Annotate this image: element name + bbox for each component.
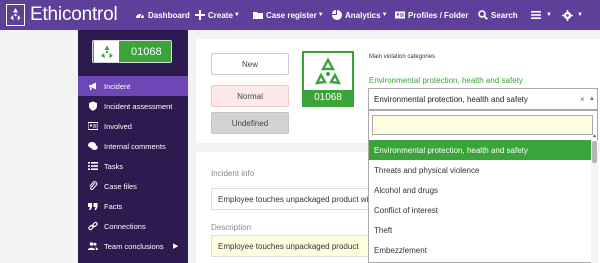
caret-down-icon: ▼: [381, 12, 388, 18]
sidebar-item-facts[interactable]: Facts: [78, 196, 188, 216]
case-sidebar: 01068 Incident Incident assessment Invol…: [78, 30, 188, 263]
case-logo-icon: [94, 41, 119, 62]
search-icon: [478, 10, 488, 20]
sidebar-item-incident-assessment[interactable]: Incident assessment: [78, 96, 188, 116]
clear-icon[interactable]: ×: [580, 95, 585, 104]
nav-create-label: Create: [208, 10, 233, 20]
sidebar-item-case-files[interactable]: Case files: [78, 176, 188, 196]
nav-dashboard[interactable]: Dashboard: [135, 0, 190, 30]
nav-analytics-label: Analytics: [345, 10, 381, 20]
nav-analytics[interactable]: Analytics ▼: [332, 0, 388, 30]
nav-profiles-label: Profiles / Folder: [408, 10, 469, 20]
sidebar-item-label: Tasks: [104, 161, 124, 171]
case-logo-icon: [304, 53, 352, 90]
gear-icon: [562, 9, 573, 21]
chevron-right-icon: ▶: [173, 243, 179, 250]
top-navigation-bar: Ethicontrol Dashboard Create ▼ Case regi…: [0, 0, 600, 30]
sidebar-item-team-conclusions[interactable]: Team conclusions ▶: [78, 236, 188, 256]
case-number-large: 01068: [314, 92, 342, 103]
case-number: 01068: [131, 45, 162, 58]
id-card-icon: [88, 122, 98, 130]
sidebar-item-label: Facts: [104, 201, 123, 211]
description-label: Description: [211, 223, 252, 232]
dropdown-option[interactable]: Conflict of interest: [369, 200, 591, 220]
nav-settings[interactable]: ▼: [562, 0, 583, 30]
caret-down-icon: ▼: [317, 12, 324, 18]
description-field[interactable]: Employee touches unpackaged product: [211, 235, 371, 257]
dropdown-option[interactable]: Alcohol and drugs: [369, 180, 591, 200]
id-card-icon: [395, 11, 405, 19]
status-undefined-label: Undefined: [231, 118, 269, 128]
sidebar-item-involved[interactable]: Involved: [78, 116, 188, 136]
quote-icon: [88, 203, 98, 210]
sidebar-item-label: Team conclusions: [104, 241, 164, 251]
nav-dashboard-label: Dashboard: [148, 10, 190, 20]
status-normal-button[interactable]: Normal: [211, 85, 289, 107]
dropdown-option[interactable]: Embezzlement: [369, 240, 591, 260]
dropdown-search-input[interactable]: [372, 115, 593, 135]
sidebar-item-label: Internal comments: [104, 141, 166, 151]
incident-info-label: Incident info: [211, 169, 255, 178]
selected-category-title: Environmental protection, health and saf…: [369, 76, 523, 85]
chevron-up-icon[interactable]: ▲: [589, 96, 595, 102]
case-number-large-badge: 01068: [302, 51, 354, 107]
app-logo-text: Ethicontrol: [30, 4, 118, 25]
sidebar-item-connections[interactable]: Connections: [78, 216, 188, 236]
status-new-label: New: [241, 59, 258, 69]
folder-icon: [253, 12, 263, 19]
violation-category-dropdown: Environmental protection, health and saf…: [368, 110, 598, 263]
caret-down-icon: ▼: [577, 12, 583, 18]
status-new-button[interactable]: New: [211, 53, 289, 75]
sidebar-item-internal-comments[interactable]: Internal comments: [78, 136, 188, 156]
pie-chart-icon: [332, 10, 342, 20]
sidebar-item-label: Involved: [104, 121, 132, 131]
plus-icon: [195, 10, 205, 20]
sidebar-item-incident[interactable]: Incident: [78, 76, 188, 96]
nav-search-label: Search: [491, 10, 518, 20]
status-undefined-button[interactable]: Undefined: [211, 112, 289, 134]
hamburger-menu-icon: [531, 11, 541, 19]
paperclip-icon: [89, 181, 98, 191]
nav-search[interactable]: Search: [478, 0, 518, 30]
dashboard-icon: [136, 13, 144, 19]
app-logo[interactable]: Ethicontrol: [6, 2, 118, 28]
sidebar-item-tasks[interactable]: Tasks: [78, 156, 188, 176]
sidebar-item-label: Incident assessment: [104, 101, 173, 111]
nav-case-register-label: Case register: [266, 10, 317, 20]
nav-create[interactable]: Create ▼: [195, 0, 240, 30]
caret-down-icon: ▼: [233, 12, 240, 18]
users-icon: [88, 242, 98, 250]
dropdown-scrollbar[interactable]: [591, 141, 598, 263]
nav-case-register[interactable]: Case register ▼: [253, 0, 324, 30]
caret-down-icon: ▼: [546, 12, 552, 18]
megaphone-icon: [89, 82, 96, 90]
link-icon: [88, 221, 98, 231]
incident-info-field[interactable]: Employee touches unpackaged product wi: [211, 188, 371, 210]
scrollbar-thumb[interactable]: [592, 141, 597, 163]
dropdown-option[interactable]: Environmental protection, health and saf…: [369, 140, 591, 160]
dropdown-option[interactable]: Theft: [369, 220, 591, 240]
nav-menu[interactable]: ▼: [530, 0, 552, 30]
sidebar-item-label: Connections: [104, 221, 146, 231]
case-number-badge[interactable]: 01068: [92, 40, 172, 63]
sidebar-item-label: Case files: [104, 181, 137, 191]
violation-category-selected-value: Environmental protection, health and saf…: [374, 94, 528, 104]
dropdown-option[interactable]: Threats and physical violence: [369, 160, 591, 180]
scroll-up-icon[interactable]: ▲: [592, 133, 597, 139]
comments-icon: [88, 142, 98, 150]
main-violation-categories-heading: Main violation categories: [369, 54, 436, 60]
sidebar-item-label: Incident: [104, 81, 131, 91]
violation-category-select[interactable]: Environmental protection, health and saf…: [368, 88, 598, 110]
nav-profiles-folder[interactable]: Profiles / Folder: [395, 0, 468, 30]
shield-icon: [89, 101, 97, 111]
status-normal-label: Normal: [237, 91, 263, 101]
list-icon: [88, 162, 98, 170]
ethicontrol-logo-icon: [6, 4, 25, 26]
